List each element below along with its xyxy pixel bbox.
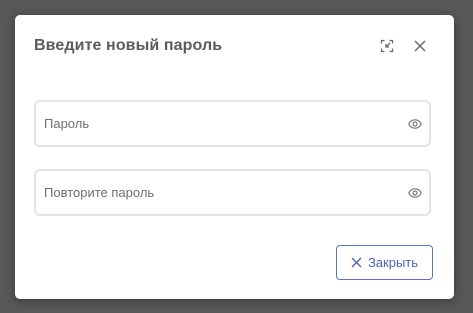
password-input[interactable] (44, 102, 399, 145)
close-icon (351, 257, 362, 268)
dialog-title: Введите новый пароль (34, 37, 223, 54)
repeat-password-field (34, 169, 431, 216)
repeat-password-input[interactable] (44, 171, 399, 214)
eye-icon[interactable] (407, 185, 423, 201)
eye-icon[interactable] (407, 116, 423, 132)
password-field (34, 100, 431, 147)
collapse-icon[interactable] (379, 38, 395, 54)
close-button[interactable]: Закрыть (336, 245, 433, 280)
close-icon[interactable] (412, 38, 428, 54)
password-dialog: Введите новый пароль Закрыть (15, 15, 454, 299)
close-button-label: Закрыть (367, 255, 419, 270)
